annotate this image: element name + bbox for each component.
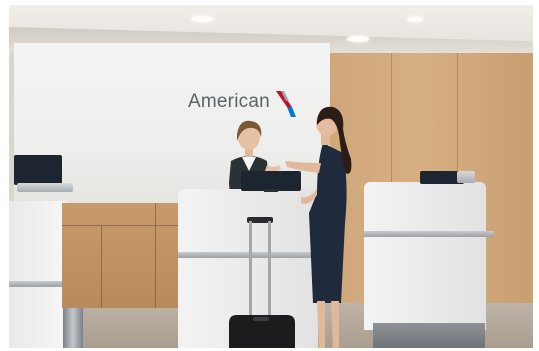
ceiling-downlight	[347, 36, 369, 42]
right-document-scanner	[457, 171, 475, 183]
airport-check-in-photo: American	[9, 5, 533, 348]
rolling-suitcase	[229, 217, 295, 348]
left-document-scanner	[17, 183, 73, 192]
right-counter-base	[373, 323, 485, 348]
cabinet-seam	[155, 203, 156, 308]
ceiling-downlight	[191, 16, 213, 22]
monitor-stand	[264, 189, 278, 192]
wall-logo-wordmark: American	[188, 91, 270, 112]
left-counter-monitor	[14, 155, 62, 185]
right-check-in-counter	[364, 182, 486, 330]
left-counter-trim	[9, 281, 65, 287]
cabinet-seam	[101, 225, 102, 308]
cabinet-seam	[62, 225, 180, 226]
left-check-in-counter	[9, 201, 65, 348]
right-counter-trim	[364, 231, 494, 237]
wood-cabinet	[62, 203, 180, 308]
ceiling-downlight	[407, 17, 423, 22]
